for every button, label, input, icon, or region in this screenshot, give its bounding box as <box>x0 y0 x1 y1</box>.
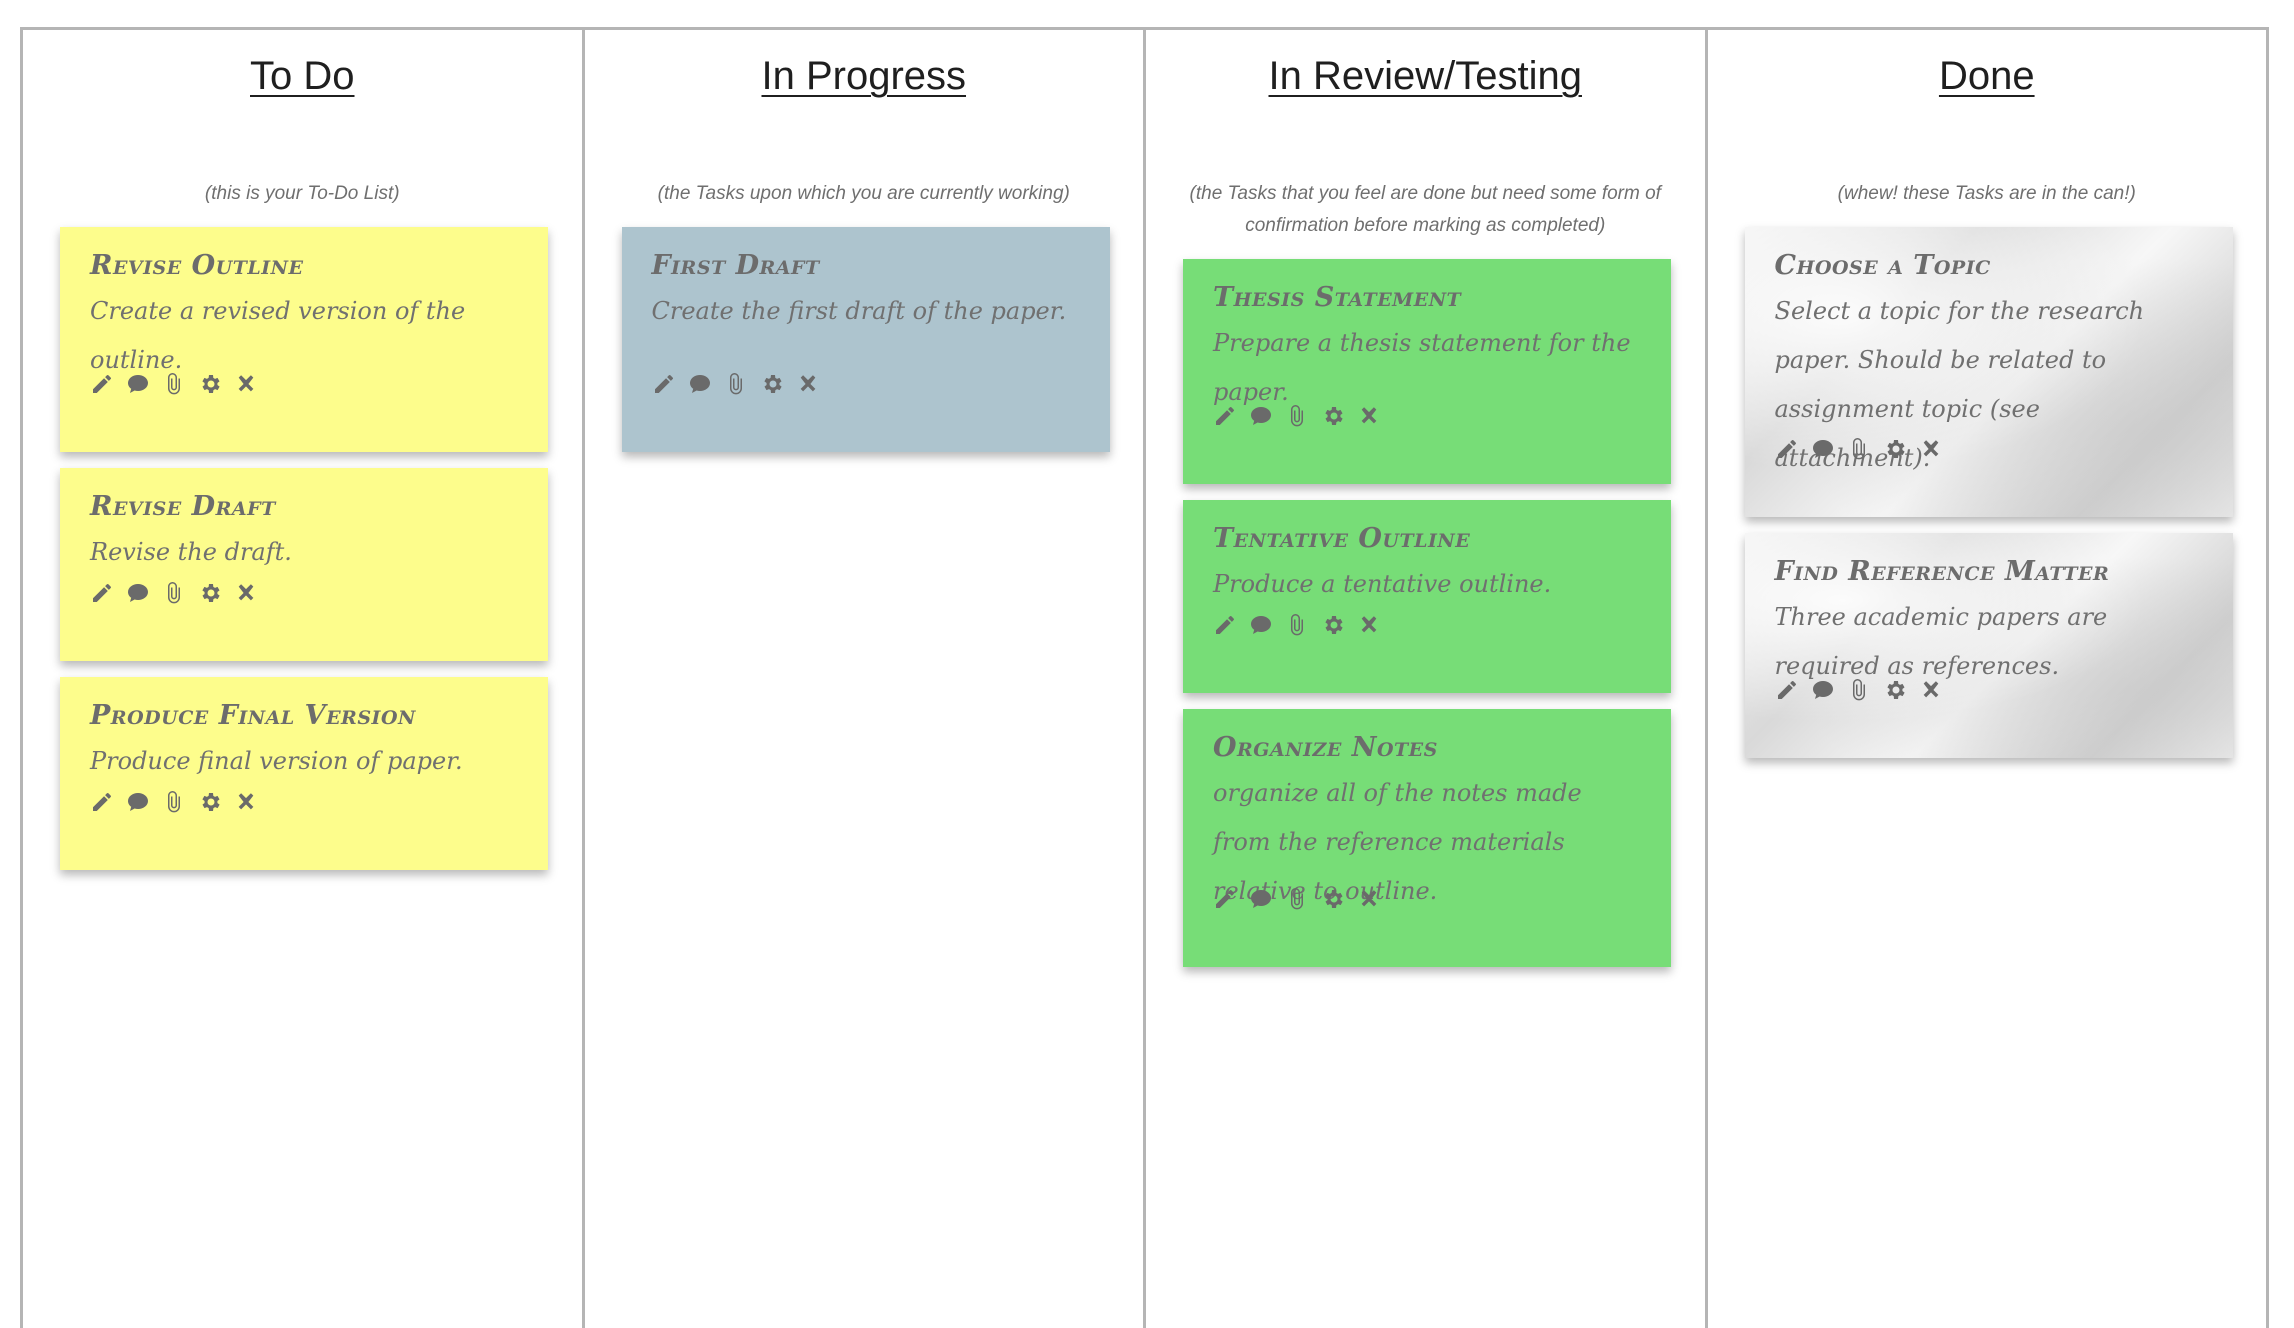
card-title: Revise Outline <box>90 250 304 281</box>
gear-icon[interactable] <box>1321 887 1345 911</box>
card-title: Find Reference Matter <box>1774 556 2110 587</box>
column-in-progress: In Progress (the Tasks upon which you ar… <box>585 30 1146 1328</box>
card-title: Choose a Topic <box>1774 250 1991 281</box>
close-icon[interactable] <box>1357 613 1381 637</box>
column-title: Done <box>1938 54 2035 98</box>
pencil-icon[interactable] <box>652 372 676 396</box>
close-icon[interactable] <box>234 581 258 605</box>
card-title: Organize Notes <box>1213 732 1438 763</box>
paperclip-icon[interactable] <box>162 581 186 605</box>
comment-icon[interactable] <box>1249 613 1273 637</box>
gear-icon[interactable] <box>1321 404 1345 428</box>
gear-icon[interactable] <box>198 372 222 396</box>
gear-icon[interactable] <box>1321 613 1345 637</box>
card-actions <box>90 372 258 396</box>
card-actions <box>1775 437 1943 461</box>
paperclip-icon[interactable] <box>1285 613 1309 637</box>
task-card[interactable]: Organize Notes organize all of the notes… <box>1183 709 1671 967</box>
column-done: Done (whew! these Tasks are in the can!)… <box>1708 30 2269 1328</box>
column-title: In Progress <box>761 54 967 98</box>
card-actions <box>1213 887 1381 911</box>
comment-icon[interactable] <box>126 372 150 396</box>
column-subtitle: (the Tasks upon which you are currently … <box>657 183 1070 204</box>
pencil-icon[interactable] <box>1775 437 1799 461</box>
card-description: Revise the draft. <box>90 538 292 566</box>
gear-icon[interactable] <box>1883 437 1907 461</box>
comment-icon[interactable] <box>126 790 150 814</box>
card-actions <box>90 790 258 814</box>
gear-icon[interactable] <box>1883 678 1907 702</box>
column-subtitle: (this is your To-Do List) <box>204 183 400 204</box>
close-icon[interactable] <box>234 372 258 396</box>
task-card[interactable]: Find Reference Matter Three academic pap… <box>1745 533 2233 758</box>
pencil-icon[interactable] <box>90 581 114 605</box>
close-icon[interactable] <box>1919 437 1943 461</box>
gear-icon[interactable] <box>198 790 222 814</box>
paperclip-icon[interactable] <box>724 372 748 396</box>
task-card[interactable]: Revise Draft Revise the draft. <box>60 468 548 661</box>
close-icon[interactable] <box>1357 404 1381 428</box>
card-description: Prepare a thesis statement for the paper… <box>1213 329 1631 406</box>
task-card[interactable]: Thesis Statement Prepare a thesis statem… <box>1183 259 1671 484</box>
comment-icon[interactable] <box>126 581 150 605</box>
card-actions <box>1213 613 1381 637</box>
paperclip-icon[interactable] <box>1285 887 1309 911</box>
task-card[interactable]: Tentative Outline Produce a tentative ou… <box>1183 500 1671 693</box>
pencil-icon[interactable] <box>90 790 114 814</box>
card-title: Tentative Outline <box>1213 523 1471 554</box>
task-card[interactable]: Revise Outline Create a revised version … <box>60 227 548 452</box>
comment-icon[interactable] <box>1249 404 1273 428</box>
card-title: Produce Final Version <box>90 700 416 731</box>
column-title: To Do <box>250 54 355 98</box>
close-icon[interactable] <box>234 790 258 814</box>
gear-icon[interactable] <box>198 581 222 605</box>
comment-icon[interactable] <box>688 372 712 396</box>
comment-icon[interactable] <box>1811 678 1835 702</box>
card-actions <box>652 372 820 396</box>
column-subtitle: (the Tasks that you feel are done but ne… <box>1189 183 1661 236</box>
card-title: Revise Draft <box>90 491 276 522</box>
card-actions <box>1775 678 1943 702</box>
column-title: In Review/Testing <box>1268 54 1582 98</box>
card-description: Create a revised version of the outline. <box>90 297 466 374</box>
card-description: Produce a tentative outline. <box>1213 570 1552 598</box>
column-in-review-testing: In Review/Testing (the Tasks that you fe… <box>1146 30 1708 1328</box>
column-todo: To Do (this is your To-Do List) Revise O… <box>23 30 585 1328</box>
kanban-board: To Do (this is your To-Do List) Revise O… <box>20 27 2269 1328</box>
paperclip-icon[interactable] <box>162 372 186 396</box>
close-icon[interactable] <box>796 372 820 396</box>
pencil-icon[interactable] <box>1213 887 1237 911</box>
paperclip-icon[interactable] <box>1847 678 1871 702</box>
pencil-icon[interactable] <box>90 372 114 396</box>
task-card[interactable]: Produce Final Version Produce final vers… <box>60 677 548 870</box>
task-card[interactable]: Choose a Topic Select a topic for the re… <box>1745 227 2233 517</box>
close-icon[interactable] <box>1357 887 1381 911</box>
card-actions <box>90 581 258 605</box>
column-subtitle: (whew! these Tasks are in the can!) <box>1837 183 2136 204</box>
card-title: First Draft <box>651 250 820 281</box>
gear-icon[interactable] <box>760 372 784 396</box>
card-title: Thesis Statement <box>1213 282 1462 313</box>
card-description: Create the first draft of the paper. <box>651 297 1067 325</box>
comment-icon[interactable] <box>1811 437 1835 461</box>
card-description: Produce final version of paper. <box>90 747 463 775</box>
paperclip-icon[interactable] <box>1847 437 1871 461</box>
card-description: Three academic papers are required as re… <box>1774 603 2108 680</box>
pencil-icon[interactable] <box>1213 404 1237 428</box>
paperclip-icon[interactable] <box>162 790 186 814</box>
pencil-icon[interactable] <box>1213 613 1237 637</box>
close-icon[interactable] <box>1919 678 1943 702</box>
comment-icon[interactable] <box>1249 887 1273 911</box>
task-card[interactable]: First Draft Create the first draft of th… <box>621 227 1110 452</box>
pencil-icon[interactable] <box>1775 678 1799 702</box>
paperclip-icon[interactable] <box>1285 404 1309 428</box>
card-actions <box>1213 404 1381 428</box>
